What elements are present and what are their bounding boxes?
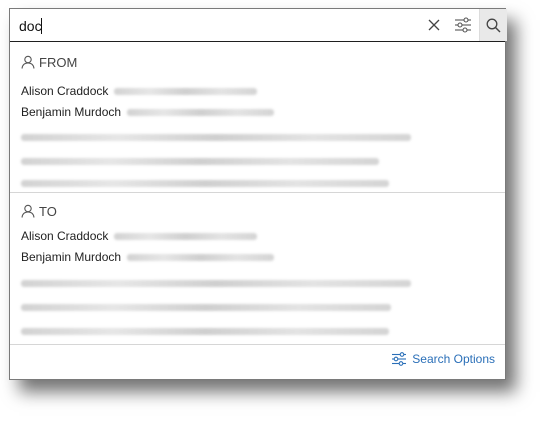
search-input[interactable] (19, 16, 409, 36)
to-suggestion-row[interactable]: Benjamin Murdoch (21, 249, 275, 265)
redacted-text (21, 303, 391, 311)
from-section: FROM Alison Craddock Benjamin Murdoch (10, 42, 505, 193)
redacted-suggestion-row[interactable] (21, 129, 411, 145)
redacted-text (21, 279, 411, 287)
filter-sliders-icon (391, 352, 407, 366)
redacted-text (21, 179, 389, 187)
close-icon (428, 19, 440, 31)
person-icon (21, 55, 35, 69)
from-suggestion-row[interactable]: Alison Craddock (21, 83, 258, 99)
search-bar (10, 9, 507, 42)
clear-button[interactable] (421, 9, 447, 41)
to-section-label: TO (39, 203, 57, 219)
redacted-suggestion-row[interactable] (21, 323, 389, 339)
redacted-suggestion-row[interactable] (21, 175, 389, 191)
from-section-header: FROM (21, 53, 77, 71)
redacted-text (21, 327, 389, 335)
person-name: Benjamin Murdoch (21, 105, 122, 119)
search-button[interactable] (479, 9, 507, 41)
redacted-email (114, 232, 258, 240)
search-icon (486, 18, 501, 32)
redacted-text (21, 133, 411, 141)
text-caret (41, 18, 42, 34)
to-suggestion-row[interactable]: Alison Craddock (21, 228, 258, 244)
search-options-link[interactable]: Search Options (391, 352, 495, 366)
dropdown-footer: Search Options (10, 342, 505, 379)
person-name: Alison Craddock (21, 229, 109, 243)
redacted-suggestion-row[interactable] (21, 275, 411, 291)
person-name: Alison Craddock (21, 84, 109, 98)
redacted-suggestion-row[interactable] (21, 299, 391, 315)
redacted-suggestion-row[interactable] (21, 153, 379, 169)
filter-sliders-icon (455, 17, 471, 33)
to-section-header: TO (21, 202, 57, 220)
from-suggestion-row[interactable]: Benjamin Murdoch (21, 104, 275, 120)
filter-button[interactable] (449, 9, 477, 41)
person-name: Benjamin Murdoch (21, 250, 122, 264)
redacted-email (127, 108, 275, 116)
to-section: TO Alison Craddock Benjamin Murdoch (10, 193, 505, 345)
redacted-email (114, 87, 258, 95)
search-dropdown-panel: FROM Alison Craddock Benjamin Murdoch (9, 8, 507, 380)
redacted-email (127, 253, 275, 261)
search-options-label: Search Options (412, 352, 495, 366)
redacted-text (21, 157, 379, 165)
from-section-label: FROM (39, 54, 78, 70)
person-icon (21, 204, 35, 218)
